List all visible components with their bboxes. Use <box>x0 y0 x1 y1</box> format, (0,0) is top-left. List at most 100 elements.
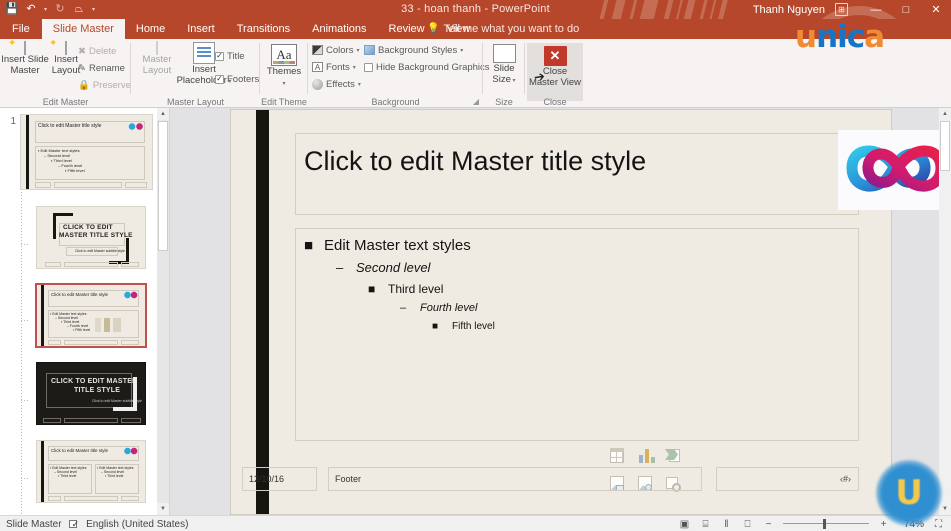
colors-button[interactable]: Colors ▾ <box>312 43 359 57</box>
thumb-title-slide-layout[interactable]: CLICK TO EDIT MASTER TITLE STYLE Click t… <box>36 206 146 269</box>
minimize-button[interactable]: — <box>861 0 891 19</box>
bullet-level-5: ■ <box>432 321 439 332</box>
footers-checkbox-label: Footers <box>227 73 260 85</box>
status-bar-left: Slide Master ✓ English (United States) <box>6 516 188 531</box>
bullet-level-2: – <box>336 260 344 275</box>
group-title-master-layout: Master Layout <box>166 97 225 107</box>
thumb-title-and-content-layout[interactable]: Click to edit Master title style ▪ Edit … <box>35 283 147 348</box>
spell-check-icon[interactable]: ✓ <box>68 519 79 530</box>
slide-size-chevron-down-icon[interactable]: ▾ <box>511 78 516 84</box>
background-styles-button[interactable]: Background Styles ▾ <box>364 43 463 57</box>
thumbnail-row-1[interactable]: 1 Click to edit Master title style ▪ Edi… <box>0 110 153 190</box>
fonts-button[interactable]: A Fonts ▾ <box>312 60 356 74</box>
slide-size-label-2: Size <box>492 73 511 85</box>
thumbnail-list[interactable]: 1 Click to edit Master title style ▪ Edi… <box>0 108 157 515</box>
title-checkbox[interactable]: ✓ <box>215 51 224 61</box>
zoom-slider-knob[interactable] <box>823 519 827 529</box>
date-placeholder[interactable]: 12/10/16 <box>242 467 317 491</box>
slide-sorter-button[interactable]: ⌸ <box>699 518 712 530</box>
themes-chevron-down-icon[interactable]: ▾ <box>282 81 285 87</box>
background-styles-label: Background Styles <box>378 44 458 56</box>
title-placeholder-text: Click to edit Master title style <box>304 146 647 176</box>
thumbnail-scroll-down-button[interactable]: ▼ <box>157 503 169 515</box>
thumbnail-row-5[interactable]: Click to edit Master title style ▪ Edit … <box>18 436 146 503</box>
canvas-scroll-thumb[interactable] <box>940 121 950 171</box>
title-placeholder[interactable]: Click to edit Master title style <box>295 133 859 215</box>
slide-master-icon <box>24 41 26 55</box>
canvas-vertical-scrollbar[interactable]: ▲ ▼ <box>939 108 951 515</box>
title-checkbox-row[interactable]: ✓ Title <box>215 49 245 63</box>
tab-home[interactable]: Home <box>125 19 176 39</box>
canvas-scroll-up-button[interactable]: ▲ <box>939 108 951 120</box>
slideshow-button[interactable]: ⎕ <box>741 518 754 530</box>
reading-view-button[interactable]: ‖ <box>720 518 733 530</box>
hide-background-graphics-label: Hide Background Graphics <box>376 61 490 73</box>
preserve-master-button[interactable]: 🔒 Preserve <box>78 78 131 92</box>
slide-editing-surface[interactable]: Click to edit Master title style ■ Edit … <box>231 110 951 514</box>
group-title-close: Close <box>543 97 567 107</box>
background-styles-chevron-down-icon[interactable]: ▾ <box>460 47 463 54</box>
insert-table-icon[interactable] <box>609 447 625 464</box>
tab-animations[interactable]: Animations <box>301 19 377 39</box>
effects-button[interactable]: Effects ▾ <box>312 77 361 91</box>
slide-canvas[interactable]: Click to edit Master title style ■ Edit … <box>170 108 951 515</box>
tab-slide-master[interactable]: Slide Master <box>41 19 125 39</box>
unica-floating-badge[interactable]: U <box>876 460 942 526</box>
body-placeholder[interactable]: ■ Edit Master text styles – Second level… <box>295 228 859 492</box>
thumbnail-scrollbar[interactable]: ▲ ▼ <box>157 108 169 515</box>
thumb-slide-master[interactable]: Click to edit Master title style ▪ Edit … <box>20 114 153 190</box>
insert-slide-master-label-2: Master <box>10 64 40 76</box>
group-title-size: Size <box>495 97 513 107</box>
maximize-button[interactable]: □ <box>891 0 921 19</box>
fonts-chevron-down-icon[interactable]: ▾ <box>353 64 356 71</box>
themes-button[interactable]: Aa Themes ▾ <box>259 44 309 89</box>
thumbnail-row-3[interactable]: Click to edit Master title style ▪ Edit … <box>18 280 147 348</box>
user-name[interactable]: Thanh Nguyen <box>753 4 825 16</box>
close-button[interactable]: ✕ <box>921 0 951 19</box>
bullet-level-3: ■ <box>368 282 376 296</box>
footer-placeholder[interactable]: Footer <box>328 467 702 491</box>
colors-icon <box>312 45 323 55</box>
slide-size-button[interactable]: Slide Size ▾ <box>479 44 529 86</box>
hide-background-graphics-row[interactable]: Hide Background Graphics <box>364 60 490 74</box>
tab-transitions[interactable]: Transitions <box>226 19 301 39</box>
delete-master-button[interactable]: ✖ Delete <box>78 44 116 58</box>
window-controls-area: Thanh Nguyen ⊞ — □ ✕ <box>753 0 951 19</box>
background-dialog-launcher[interactable]: ◢ <box>473 97 479 106</box>
title-checkbox-label: Title <box>227 50 245 62</box>
new-star-icon-2: ✦ <box>49 38 58 49</box>
master-layout-label-2: Layout <box>142 64 172 76</box>
footers-checkbox-row[interactable]: ✓ Footers <box>215 72 259 86</box>
insert-chart-icon[interactable] <box>637 447 655 464</box>
account-switch-icon[interactable]: ⊞ <box>835 3 848 16</box>
footers-checkbox[interactable]: ✓ <box>215 74 224 84</box>
normal-view-button[interactable]: ▣ <box>678 518 691 530</box>
thumbnail-scroll-thumb[interactable] <box>158 121 168 251</box>
thumbnail-scroll-up-button[interactable]: ▲ <box>157 108 169 120</box>
thumbnail-row-4[interactable]: CLICK TO EDIT MASTER TITLE STYLE Click t… <box>18 358 146 425</box>
tab-file[interactable]: File <box>0 19 42 39</box>
ribbon-tabs: File Slide Master Home Insert Transition… <box>0 19 481 39</box>
language-label[interactable]: English (United States) <box>86 519 188 530</box>
insert-smartart-icon[interactable] <box>665 447 681 464</box>
thumbnail-row-2[interactable]: CLICK TO EDIT MASTER TITLE STYLE Click t… <box>18 202 146 269</box>
slide-number-placeholder[interactable]: ‹#› <box>716 467 859 491</box>
infinity-ribbon-logo[interactable] <box>838 130 951 210</box>
rename-master-button[interactable]: ✎ Rename <box>78 61 125 75</box>
hide-background-graphics-checkbox[interactable] <box>364 62 373 72</box>
colors-chevron-down-icon[interactable]: ▾ <box>356 47 359 54</box>
thumb-infinity-logo-5 <box>124 447 138 455</box>
thumb-two-content-layout[interactable]: Click to edit Master title style ▪ Edit … <box>36 440 146 503</box>
effects-chevron-down-icon[interactable]: ▾ <box>358 81 361 88</box>
thumb-section-header-layout[interactable]: CLICK TO EDIT MASTER TITLE STYLE Click t… <box>36 362 146 425</box>
group-title-edit-master: Edit Master <box>42 97 89 107</box>
zoom-slider[interactable] <box>783 518 869 530</box>
body-level-3: ■ Third level <box>368 282 443 296</box>
new-star-icon: ✦ <box>8 38 17 49</box>
tab-insert[interactable]: Insert <box>176 19 226 39</box>
tell-me-search[interactable]: 💡 Tell me what you want to do <box>427 19 579 39</box>
unica-badge-letter: U <box>895 473 923 513</box>
ribbon-group-edit-master: ✦ Insert Slide Master ✦ Insert Layout ✖ De… <box>0 38 131 108</box>
zoom-out-button[interactable]: − <box>762 518 775 530</box>
canvas-scroll-track[interactable] <box>939 120 951 503</box>
